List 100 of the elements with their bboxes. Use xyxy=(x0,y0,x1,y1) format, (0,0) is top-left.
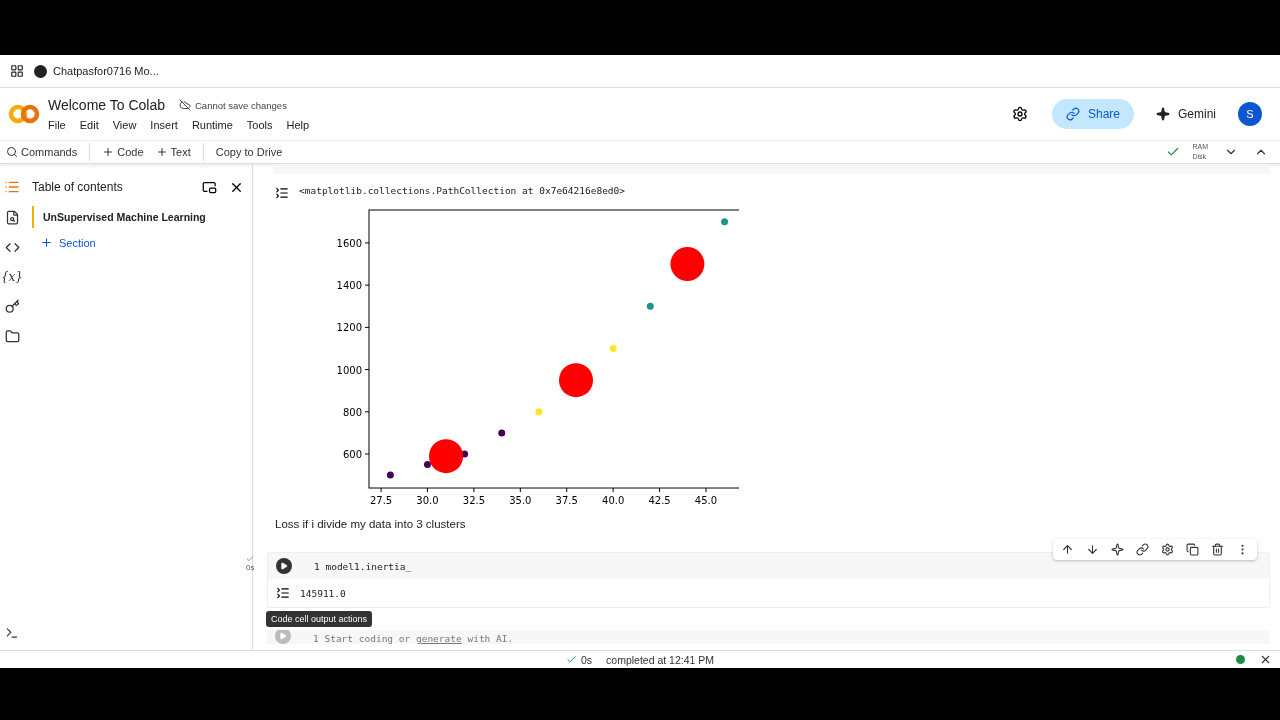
apps-grid-icon[interactable] xyxy=(10,64,24,78)
output-actions-icon[interactable] xyxy=(275,186,289,200)
data-point xyxy=(670,247,705,282)
data-point xyxy=(498,429,506,437)
key-icon[interactable] xyxy=(4,299,20,314)
notebook-icon xyxy=(34,64,47,78)
tab-title[interactable]: Chatpasfor0716 Mo... xyxy=(53,65,159,77)
code-line: 1 Start coding or generate with AI. xyxy=(313,633,514,644)
picture-in-picture-icon[interactable] xyxy=(202,179,217,195)
data-point xyxy=(559,363,593,398)
x-tick: 42.5 xyxy=(648,487,671,506)
menu-item[interactable]: Edit xyxy=(79,119,99,131)
output-actions-icon[interactable] xyxy=(276,586,290,600)
status-dot xyxy=(1236,655,1245,664)
avatar[interactable]: S xyxy=(1238,102,1262,126)
x-tick-label: 37.5 xyxy=(555,495,578,506)
x-tick-label: 42.5 xyxy=(648,495,671,506)
notebook-title[interactable]: Welcome To Colab xyxy=(48,97,165,113)
data-point xyxy=(646,302,654,310)
plus-icon xyxy=(40,236,53,249)
y-tick-label: 600 xyxy=(342,449,362,461)
sparkle-icon xyxy=(1156,107,1170,121)
x-tick-label: 32.5 xyxy=(462,495,486,506)
menu-item[interactable]: File xyxy=(48,119,66,131)
link-icon xyxy=(1065,107,1080,121)
text-cell-text: Loss if i divide my data into 3 clusters xyxy=(275,518,467,530)
folder-icon[interactable] xyxy=(4,329,20,344)
gemini-button[interactable]: Gemini xyxy=(1156,107,1216,121)
add-section-button[interactable]: Section xyxy=(32,228,244,249)
y-tick: 1400 xyxy=(336,280,370,292)
copy-to-drive-button[interactable]: Copy to Drive xyxy=(215,146,1155,158)
x-tick: 30.0 xyxy=(416,487,439,506)
run-button[interactable] xyxy=(276,558,292,574)
x-tick-label: 35.0 xyxy=(509,495,532,506)
plus-icon xyxy=(155,146,168,158)
x-tick: 45.0 xyxy=(694,487,718,506)
x-tick: 37.5 xyxy=(555,487,578,506)
x-tick: 27.5 xyxy=(369,487,393,506)
x-tick-label: 40.0 xyxy=(602,495,625,506)
status-time: 0s xyxy=(565,653,593,666)
menu-item[interactable]: Insert xyxy=(150,119,178,131)
list-icon[interactable] xyxy=(4,179,20,195)
y-tick: 1000 xyxy=(336,364,370,376)
x-tick: 35.0 xyxy=(509,487,532,506)
code-line: 1 model1.inertia_ xyxy=(314,560,412,572)
file-search-icon[interactable] xyxy=(4,210,20,225)
delete-icon[interactable] xyxy=(1211,543,1224,556)
exec-time: 0s xyxy=(246,563,255,572)
settings-icon[interactable] xyxy=(1011,106,1028,122)
share-button[interactable]: Share xyxy=(1051,99,1134,129)
data-point xyxy=(535,408,543,416)
link-icon[interactable] xyxy=(1136,543,1149,556)
x-tick: 32.5 xyxy=(462,487,486,506)
move-down-icon[interactable] xyxy=(1086,543,1099,556)
x-tick: 40.0 xyxy=(602,487,625,506)
commands-button[interactable]: Commands xyxy=(6,146,78,158)
add-text-button[interactable]: Text xyxy=(155,146,191,158)
y-tick-label: 1000 xyxy=(336,364,362,376)
save-status: Cannot save changes xyxy=(179,99,287,111)
cloud-off-icon xyxy=(179,99,191,111)
generate-link[interactable]: generate xyxy=(415,633,462,644)
add-code-button[interactable]: Code xyxy=(102,146,144,158)
output-text: 145911.0 xyxy=(300,587,346,599)
y-tick: 1600 xyxy=(336,237,370,249)
menu-item[interactable]: View xyxy=(112,119,137,131)
menu-item[interactable]: Help xyxy=(286,119,310,131)
data-point xyxy=(386,471,394,479)
play-icon xyxy=(279,632,287,640)
colab-logo xyxy=(8,104,40,124)
close-icon[interactable] xyxy=(1259,653,1272,666)
x-tick-label: 30.0 xyxy=(416,495,439,506)
variables-icon[interactable]: {x} xyxy=(0,270,23,284)
copy-icon[interactable] xyxy=(1186,543,1199,556)
check-icon xyxy=(565,654,577,665)
y-tick-label: 1600 xyxy=(336,237,362,249)
y-tick-label: 1200 xyxy=(336,322,362,334)
check-icon xyxy=(246,555,255,563)
toc-item[interactable]: UnSupervised Machine Learning xyxy=(32,206,244,228)
status-text: completed at 12:41 PM xyxy=(606,653,715,666)
data-point xyxy=(721,218,729,226)
move-up-icon[interactable] xyxy=(1061,543,1074,556)
tooltip: Code cell output actions xyxy=(266,611,373,627)
x-tick-label: 27.5 xyxy=(369,495,393,506)
settings-icon[interactable] xyxy=(1161,543,1174,556)
search-icon xyxy=(6,146,18,158)
output-text: <matplotlib.collections.PathCollection at 0x7e64216e8ed0> xyxy=(299,185,625,196)
code-icon[interactable] xyxy=(4,240,20,255)
play-icon xyxy=(280,562,288,570)
y-tick: 800 xyxy=(342,406,370,418)
y-tick: 600 xyxy=(342,449,370,460)
y-tick-label: 1400 xyxy=(336,280,362,292)
y-tick: 1200 xyxy=(336,322,370,334)
menu-item[interactable]: Tools xyxy=(246,119,273,131)
y-tick-label: 800 xyxy=(342,406,362,418)
panel-title: Table of contents xyxy=(32,180,124,194)
x-tick-label: 45.0 xyxy=(694,495,718,506)
terminal-icon[interactable] xyxy=(5,626,19,640)
plus-icon xyxy=(102,146,115,158)
menu-item[interactable]: Runtime xyxy=(191,119,233,131)
sparkle-icon[interactable] xyxy=(1111,543,1124,556)
